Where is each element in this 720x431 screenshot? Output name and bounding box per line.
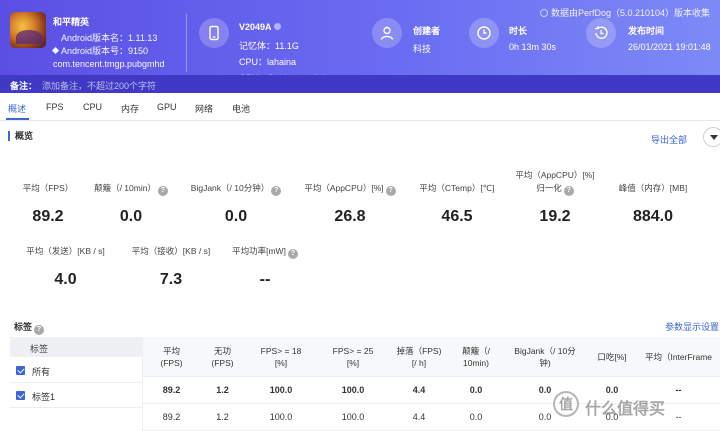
metric-value: 89.2 <box>32 208 64 225</box>
metric-label: 平均（AppCPU）[%] <box>515 170 595 180</box>
column-header[interactable]: 平均 (FPS) <box>143 337 200 377</box>
device-cpu: CPU：lahaina <box>239 57 297 67</box>
table-cell: 4.4 <box>412 385 426 395</box>
duration-value: 0h 13m 30s <box>509 42 557 52</box>
export-all-link[interactable]: 导出全部 <box>651 133 687 146</box>
column-header[interactable]: 平均（InterFrame <box>637 337 720 377</box>
metric-value: 4.0 <box>54 271 77 288</box>
table-cell: 100.0 <box>341 385 365 395</box>
tag-item-all[interactable]: 所有 <box>10 359 143 383</box>
device-memory: 记忆体：11.1G <box>239 41 299 51</box>
metric-value: 884.0 <box>632 208 674 225</box>
table-cell: 100.0 <box>269 385 293 395</box>
device-model: V2049A <box>239 22 281 32</box>
report-header: 和平精英 Android版本名：1.11.13 Android版本号：9150 … <box>0 0 720 83</box>
duration-label: 时长 <box>509 26 528 36</box>
metric-label: 平均功率[mW]? <box>226 245 304 259</box>
tab-fps[interactable]: FPS <box>46 102 64 112</box>
tab-bar: 概述 FPS CPU 内存 GPU 网络 电池 <box>0 93 720 121</box>
checkbox-checked-icon[interactable] <box>16 366 25 375</box>
app-version: Android版本名：1.11.13 <box>61 33 158 43</box>
table-cell: 1.2 <box>216 412 229 422</box>
active-tab-indicator <box>6 118 29 120</box>
note-label: 备注： <box>10 81 38 91</box>
app-package: com.tencent.tmgp.pubgmhd <box>53 59 165 69</box>
chevron-down-icon[interactable] <box>703 127 720 147</box>
metric-value: 0.0 <box>119 208 143 225</box>
metric-label: 平均（FPS） <box>22 183 74 193</box>
note-input[interactable]: 添加备注，不超过200个字符 <box>42 79 156 92</box>
metric-value: 46.5 <box>441 208 473 225</box>
tags-title: 标签? <box>14 320 45 335</box>
app-build: Android版本号：9150 <box>51 44 148 57</box>
metric-value: -- <box>259 271 271 288</box>
creator-label: 创建者 <box>413 26 441 36</box>
watermark: 值 什么值得买 <box>553 391 718 421</box>
table-cell: 89.2 <box>162 385 181 395</box>
table-cell: 100.0 <box>269 412 293 422</box>
metric-label-line2: 归一化? <box>505 182 605 196</box>
perfdog-version-link[interactable]: 数据由PerfDog（5.0.210104）版本收集 <box>539 6 710 19</box>
help-icon: ? <box>34 325 45 335</box>
column-header[interactable]: BigJank（/ 10分 钟) <box>503 337 587 377</box>
help-icon: ? <box>287 249 298 259</box>
checkbox-checked-icon[interactable] <box>16 391 25 400</box>
column-header[interactable]: 掉落（FPS) [/ h] <box>389 337 449 377</box>
edit-icon <box>273 23 281 30</box>
clock-icon <box>469 18 499 48</box>
tab-overview[interactable]: 概述 <box>8 102 26 115</box>
table-cell: 0.0 <box>469 412 483 422</box>
divider <box>186 14 187 72</box>
table-cell: 100.0 <box>341 412 365 422</box>
table-cell: 4.4 <box>412 412 426 422</box>
tab-network[interactable]: 网络 <box>195 102 213 115</box>
metric-label: 峰值（内存）[MB] <box>618 183 688 193</box>
param-display-settings-link[interactable]: 参数显示设置 <box>665 320 719 333</box>
table-cell: 89.2 <box>162 412 181 422</box>
info-icon <box>539 9 548 17</box>
tag-list: 标签 所有 标签1 <box>10 337 143 431</box>
phone-icon <box>199 18 229 48</box>
table-cell: 1.2 <box>216 385 229 395</box>
help-icon: ? <box>563 186 574 196</box>
metric-label: 颠簸（/ 10min）? <box>87 182 175 196</box>
column-header[interactable]: FPS> = 25 [%] <box>317 337 389 377</box>
help-icon: ? <box>385 186 396 196</box>
metric-label: 平均（CTemp）[℃] <box>419 183 495 193</box>
app-name: 和平精英 <box>53 17 90 27</box>
tag-item-1[interactable]: 标签1 <box>10 384 143 408</box>
history-icon <box>586 18 616 48</box>
tag-list-header: 标签 <box>10 337 143 357</box>
tab-memory[interactable]: 内存 <box>121 102 139 115</box>
metric-label: 平均（AppCPU）[%]? <box>298 182 402 196</box>
metric-value: 0.0 <box>224 208 248 225</box>
column-header[interactable]: 无功 (FPS) <box>200 337 245 377</box>
app-icon <box>10 12 46 48</box>
creator-value: 科技 <box>413 44 432 54</box>
android-icon <box>51 46 60 55</box>
help-icon: ? <box>157 186 168 196</box>
column-header[interactable]: FPS> = 18 [%] <box>245 337 317 377</box>
tab-gpu[interactable]: GPU <box>157 102 177 112</box>
publish-value: 26/01/2021 19:01:48 <box>628 42 711 52</box>
metric-value: 26.8 <box>334 208 366 225</box>
column-header[interactable]: 口吃[%] <box>587 337 637 377</box>
metric-label: BigJank（/ 10分钟）? <box>183 182 289 196</box>
metric-label: 平均（发送）[KB / s] <box>26 246 105 256</box>
help-icon: ? <box>271 186 282 196</box>
smzdm-logo-icon: 值 <box>553 391 579 417</box>
table-cell: 0.0 <box>469 385 483 395</box>
tab-battery[interactable]: 电池 <box>232 102 250 115</box>
column-header[interactable]: 颠簸（/10min) <box>449 337 503 377</box>
metric-label: 平均（接收）[KB / s] <box>131 246 211 256</box>
publish-label: 发布时间 <box>628 26 665 36</box>
overview-title: 概览 <box>8 131 33 141</box>
metric-value: 19.2 <box>539 208 571 225</box>
user-icon <box>372 18 402 48</box>
note-bar: 备注： 添加备注，不超过200个字符 <box>0 75 720 93</box>
metric-value: 7.3 <box>159 271 183 288</box>
tab-cpu[interactable]: CPU <box>83 102 102 112</box>
